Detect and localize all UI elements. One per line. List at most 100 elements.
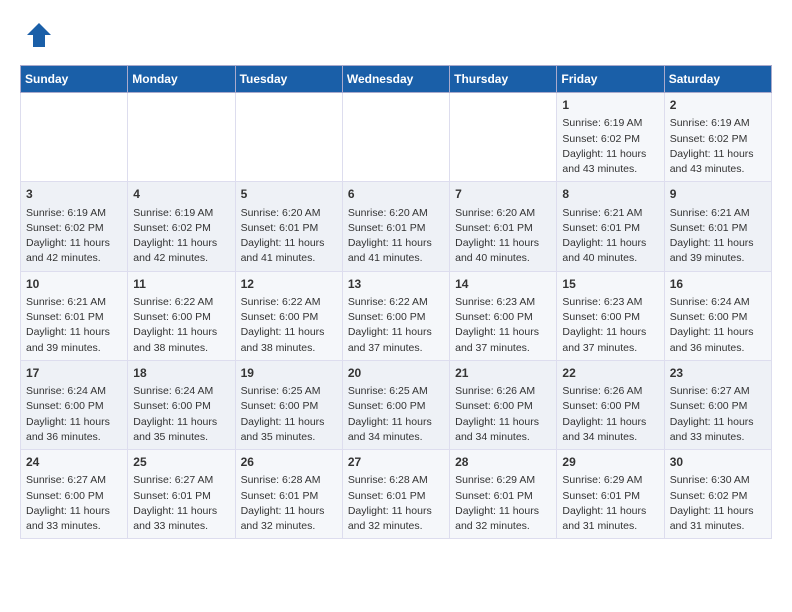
calendar-cell: [235, 93, 342, 182]
header-friday: Friday: [557, 66, 664, 93]
calendar-cell: 23Sunrise: 6:27 AMSunset: 6:00 PMDayligh…: [664, 360, 771, 449]
day-info-line: Sunrise: 6:19 AM: [670, 116, 766, 131]
day-info-line: Sunrise: 6:25 AM: [241, 384, 337, 399]
day-number: 26: [241, 454, 337, 471]
day-number: 6: [348, 186, 444, 203]
logo: [20, 20, 54, 55]
header-sunday: Sunday: [21, 66, 128, 93]
day-info-line: Sunrise: 6:25 AM: [348, 384, 444, 399]
day-info-line: Sunset: 6:01 PM: [348, 221, 444, 236]
day-info-line: Daylight: 11 hours and 43 minutes.: [670, 147, 766, 177]
day-info-line: Daylight: 11 hours and 37 minutes.: [455, 325, 551, 355]
day-number: 12: [241, 276, 337, 293]
day-info-line: Sunrise: 6:22 AM: [133, 295, 229, 310]
day-info-line: Sunset: 6:02 PM: [26, 221, 122, 236]
calendar-cell: 9Sunrise: 6:21 AMSunset: 6:01 PMDaylight…: [664, 182, 771, 271]
day-info-line: Daylight: 11 hours and 39 minutes.: [670, 236, 766, 266]
day-info-line: Sunrise: 6:21 AM: [562, 206, 658, 221]
calendar-table: SundayMondayTuesdayWednesdayThursdayFrid…: [20, 65, 772, 539]
day-info-line: Sunset: 6:02 PM: [133, 221, 229, 236]
logo-icon: [24, 20, 54, 50]
day-info-line: Daylight: 11 hours and 34 minutes.: [455, 415, 551, 445]
day-info-line: Daylight: 11 hours and 35 minutes.: [133, 415, 229, 445]
day-info-line: Sunset: 6:00 PM: [670, 399, 766, 414]
page-header: [20, 20, 772, 55]
calendar-cell: 24Sunrise: 6:27 AMSunset: 6:00 PMDayligh…: [21, 450, 128, 539]
calendar-cell: 20Sunrise: 6:25 AMSunset: 6:00 PMDayligh…: [342, 360, 449, 449]
day-number: 13: [348, 276, 444, 293]
day-info-line: Sunrise: 6:20 AM: [455, 206, 551, 221]
calendar-cell: 4 Sunrise: 6:19 AMSunset: 6:02 PMDaylight…: [128, 182, 235, 271]
day-number: 7: [455, 186, 551, 203]
day-info-line: Sunset: 6:01 PM: [241, 221, 337, 236]
day-info-line: Daylight: 11 hours and 31 minutes.: [670, 504, 766, 534]
day-number: 10: [26, 276, 122, 293]
day-info-line: Sunrise: 6:19 AM: [133, 206, 229, 221]
day-info-line: Daylight: 11 hours and 42 minutes.: [133, 236, 229, 266]
day-number: 29: [562, 454, 658, 471]
day-info-line: Daylight: 11 hours and 40 minutes.: [455, 236, 551, 266]
day-info-line: Sunset: 6:00 PM: [241, 399, 337, 414]
day-info-line: Sunset: 6:00 PM: [348, 310, 444, 325]
day-info-line: Daylight: 11 hours and 32 minutes.: [241, 504, 337, 534]
calendar-cell: 12Sunrise: 6:22 AMSunset: 6:00 PMDayligh…: [235, 271, 342, 360]
day-number: 30: [670, 454, 766, 471]
day-info-line: Daylight: 11 hours and 37 minutes.: [562, 325, 658, 355]
day-info-line: Sunrise: 6:24 AM: [133, 384, 229, 399]
calendar-cell: 7 Sunrise: 6:20 AMSunset: 6:01 PMDaylight…: [450, 182, 557, 271]
day-info-line: Daylight: 11 hours and 35 minutes.: [241, 415, 337, 445]
calendar-cell: [128, 93, 235, 182]
day-info-line: Sunrise: 6:26 AM: [455, 384, 551, 399]
day-number: 2: [670, 97, 766, 114]
day-info-line: Sunset: 6:00 PM: [133, 399, 229, 414]
calendar-cell: 1Sunrise: 6:19 AMSunset: 6:02 PMDaylight…: [557, 93, 664, 182]
day-number: 14: [455, 276, 551, 293]
day-info-line: Sunrise: 6:27 AM: [670, 384, 766, 399]
day-info-line: Sunset: 6:01 PM: [241, 489, 337, 504]
calendar-cell: 5Sunrise: 6:20 AMSunset: 6:01 PMDaylight…: [235, 182, 342, 271]
calendar-cell: [342, 93, 449, 182]
day-info-line: Sunset: 6:00 PM: [133, 310, 229, 325]
day-info-line: Daylight: 11 hours and 43 minutes.: [562, 147, 658, 177]
calendar-cell: 27Sunrise: 6:28 AMSunset: 6:01 PMDayligh…: [342, 450, 449, 539]
day-info-line: Sunrise: 6:27 AM: [133, 473, 229, 488]
day-number: 5: [241, 186, 337, 203]
calendar-cell: 28Sunrise: 6:29 AMSunset: 6:01 PMDayligh…: [450, 450, 557, 539]
day-info-line: Sunrise: 6:23 AM: [562, 295, 658, 310]
day-info-line: Sunrise: 6:22 AM: [241, 295, 337, 310]
day-info-line: Daylight: 11 hours and 33 minutes.: [26, 504, 122, 534]
day-info-line: Daylight: 11 hours and 32 minutes.: [348, 504, 444, 534]
day-info-line: Daylight: 11 hours and 38 minutes.: [241, 325, 337, 355]
day-info-line: Daylight: 11 hours and 36 minutes.: [26, 415, 122, 445]
day-number: 27: [348, 454, 444, 471]
calendar-week-5: 24Sunrise: 6:27 AMSunset: 6:00 PMDayligh…: [21, 450, 772, 539]
day-info-line: Daylight: 11 hours and 38 minutes.: [133, 325, 229, 355]
day-info-line: Sunrise: 6:21 AM: [670, 206, 766, 221]
day-number: 28: [455, 454, 551, 471]
day-info-line: Daylight: 11 hours and 34 minutes.: [562, 415, 658, 445]
calendar-week-3: 10Sunrise: 6:21 AMSunset: 6:01 PMDayligh…: [21, 271, 772, 360]
calendar-cell: 8Sunrise: 6:21 AMSunset: 6:01 PMDaylight…: [557, 182, 664, 271]
calendar-cell: [21, 93, 128, 182]
day-info-line: Sunset: 6:00 PM: [670, 310, 766, 325]
day-info-line: Sunrise: 6:21 AM: [26, 295, 122, 310]
day-info-line: Sunset: 6:00 PM: [26, 399, 122, 414]
day-info-line: Daylight: 11 hours and 36 minutes.: [670, 325, 766, 355]
day-info-line: Sunset: 6:00 PM: [455, 399, 551, 414]
day-info-line: Sunrise: 6:22 AM: [348, 295, 444, 310]
day-info-line: Sunset: 6:00 PM: [562, 310, 658, 325]
day-info-line: Daylight: 11 hours and 40 minutes.: [562, 236, 658, 266]
day-number: 4: [133, 186, 229, 203]
day-info-line: Sunset: 6:01 PM: [455, 221, 551, 236]
day-info-line: Sunset: 6:00 PM: [562, 399, 658, 414]
calendar-week-2: 3Sunrise: 6:19 AMSunset: 6:02 PMDaylight…: [21, 182, 772, 271]
day-info-line: Daylight: 11 hours and 33 minutes.: [133, 504, 229, 534]
calendar-cell: 30Sunrise: 6:30 AMSunset: 6:02 PMDayligh…: [664, 450, 771, 539]
day-number: 9: [670, 186, 766, 203]
calendar-cell: 2Sunrise: 6:19 AMSunset: 6:02 PMDaylight…: [664, 93, 771, 182]
calendar-cell: 6Sunrise: 6:20 AMSunset: 6:01 PMDaylight…: [342, 182, 449, 271]
day-info-line: Sunrise: 6:19 AM: [562, 116, 658, 131]
day-number: 24: [26, 454, 122, 471]
day-number: 17: [26, 365, 122, 382]
day-info-line: Sunrise: 6:20 AM: [348, 206, 444, 221]
